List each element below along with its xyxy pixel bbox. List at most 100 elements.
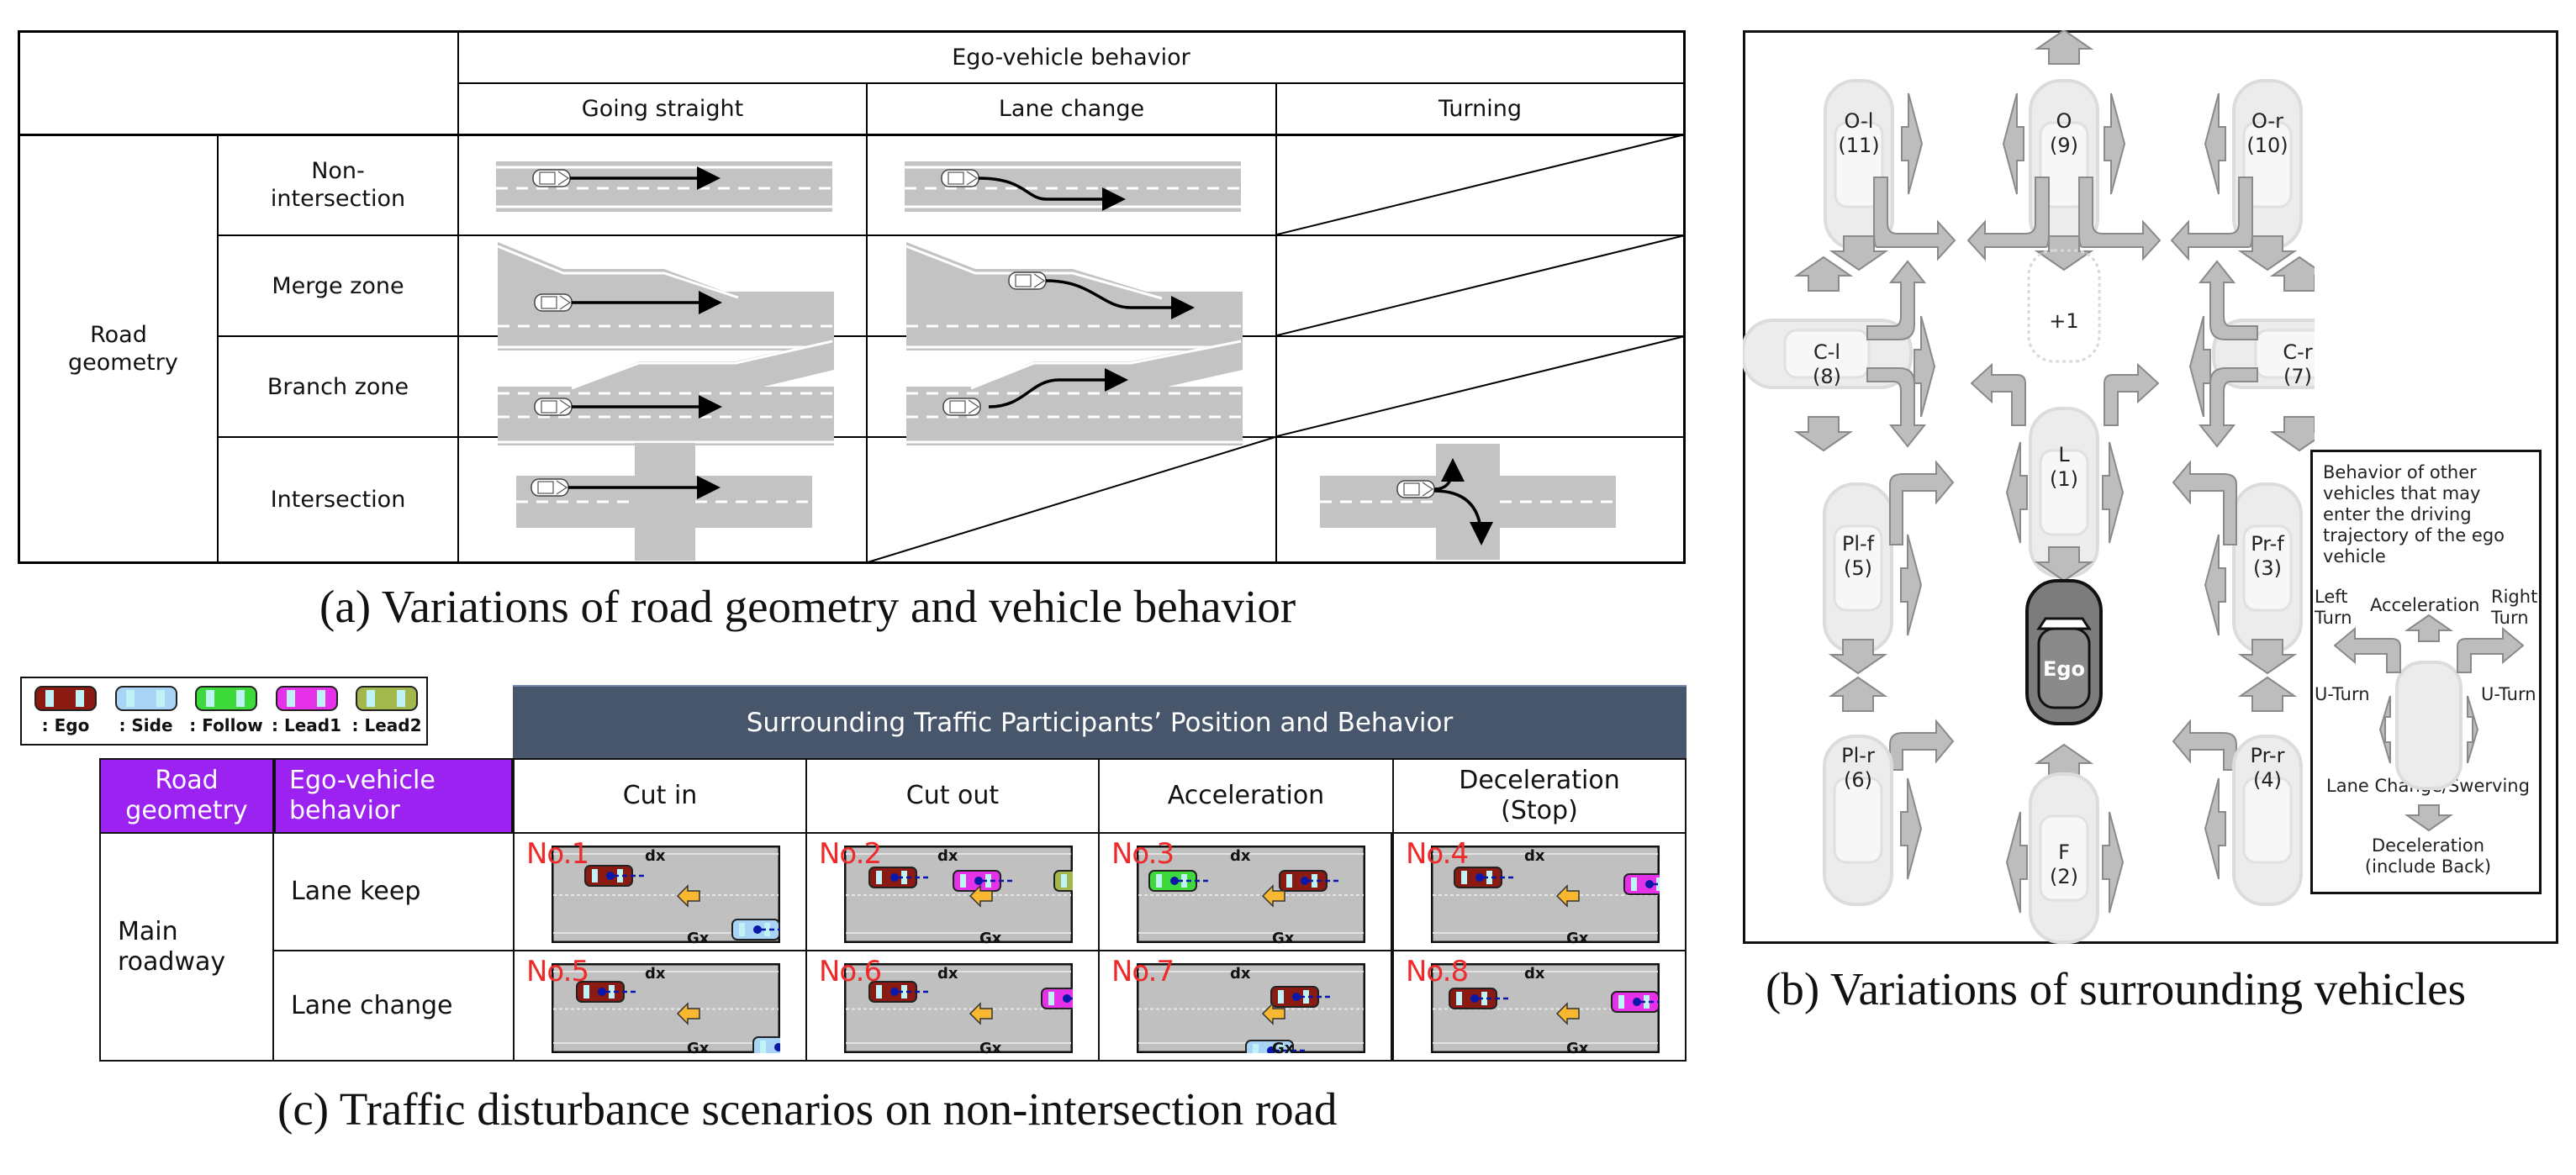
legend-acceleration-icon <box>2404 614 2454 642</box>
car-icon <box>356 686 418 711</box>
scenario-number: No.4 <box>1406 837 1469 871</box>
vehicle-label: F (2) <box>2050 840 2078 888</box>
scenario-number: No.6 <box>819 955 882 988</box>
caption-c: (c) Traffic disturbance scenarios on non… <box>277 1083 1338 1135</box>
turn-arrow-icon <box>2198 260 2258 340</box>
vehicle-legend-item: : Ego <box>29 683 103 742</box>
annotation-dx: dx <box>645 965 666 983</box>
arrow-up-icon <box>1796 256 1851 292</box>
turn-arrow-icon <box>1866 260 1927 340</box>
vehicle-ego <box>2025 579 2103 725</box>
u-turn-arrow-icon <box>2078 177 2162 261</box>
vehicle-label: O (9) <box>2050 109 2078 157</box>
vehicle-label: O-r (10) <box>2246 109 2288 157</box>
scenario-cell: No.6 Gx dx <box>805 950 1100 1062</box>
legend-lane-change-left-icon <box>2378 695 2391 764</box>
annotation-dx: dx <box>1524 965 1545 983</box>
scenario-cell: No.4 Gx dx <box>1392 832 1687 951</box>
arrow-right-icon <box>1900 777 1922 880</box>
road-diagrams <box>496 161 1616 561</box>
scenario-cell: No.1 Gx dx <box>513 832 807 951</box>
vehicle-label: C-r (7) <box>2283 340 2313 388</box>
col-road-geometry: Road geometry <box>99 758 274 834</box>
vehicle-label: C-l (8) <box>1813 340 1841 388</box>
vehicle-label: O-l (11) <box>1838 109 1880 157</box>
right-turn-arrow-icon <box>2104 362 2160 426</box>
scenario-vehicle <box>1053 870 1073 892</box>
legend-lane-change-right-icon <box>2467 695 2479 764</box>
vehicle-legend-label: : Lead1 <box>272 715 341 735</box>
annotation-dx: dx <box>1524 847 1545 865</box>
vehicle-legend-label: : Ego <box>41 715 90 735</box>
annotation-dx: dx <box>937 965 958 983</box>
vehicle-legend-item: : Follow <box>189 683 263 742</box>
main-roadway-label: Main roadway <box>118 916 226 977</box>
vehicle-legend-item: : Lead1 <box>270 683 344 742</box>
vehicle-label: Pl-r (6) <box>1841 744 1875 792</box>
col-road-geometry-label: Road geometry <box>125 766 248 825</box>
vehicle-label: Pr-f (3) <box>2251 532 2284 580</box>
diagram-merge-lane-change <box>905 242 1243 350</box>
behavior-legend: Behavior of other vehicles that may ente… <box>2310 450 2542 894</box>
vehicle-legend-label: : Lead2 <box>351 715 422 735</box>
scenario-vehicle <box>731 919 780 941</box>
vehicle-legend-label: : Follow <box>189 715 263 735</box>
col-deceleration: Deceleration (Stop) <box>1392 758 1687 834</box>
u-turn-arrow-icon <box>1966 177 2050 261</box>
diagram-merge-straight <box>497 242 834 350</box>
annotation-dx: dx <box>937 847 958 865</box>
annotation-gx: Gx <box>1272 930 1295 947</box>
scenario-vehicle <box>1623 873 1660 895</box>
car-icon <box>195 686 257 711</box>
car-icon <box>114 686 177 711</box>
vehicle-label: Pr-r (4) <box>2250 744 2285 792</box>
annotation-gx: Gx <box>979 1040 1002 1057</box>
legend-left-turn-icon <box>2333 626 2401 673</box>
scenario-vehicle <box>752 1036 780 1053</box>
col-ego-behavior: Ego-vehicle behavior <box>274 758 513 834</box>
scenario-number: No.3 <box>1111 837 1175 871</box>
arrow-up-icon <box>2240 677 2295 712</box>
scenario-vehicle <box>1611 991 1660 1013</box>
legend-arrows <box>2333 614 2525 832</box>
scenario-number: No.8 <box>1406 955 1469 988</box>
row-lane-keep: Lane keep <box>272 832 515 951</box>
legend-ghost-car <box>2395 661 2463 790</box>
diagram-branch-lane-change <box>906 340 1243 445</box>
row-group-main-roadway: Main roadway <box>99 832 274 1062</box>
scenario-number: No.1 <box>526 837 589 871</box>
vehicle-legend-label: : Side <box>119 715 173 735</box>
arrow-down-icon <box>2272 416 2315 451</box>
diagram-non-intersection-lane-change <box>905 161 1241 212</box>
col-ego-behavior-label: Ego-vehicle behavior <box>289 766 435 825</box>
col-cut-in: Cut in <box>513 758 807 834</box>
scenario-number: No.2 <box>819 837 882 871</box>
annotation-dx: dx <box>1230 847 1251 865</box>
annotation-gx: Gx <box>687 930 710 947</box>
caption-a: (a) Variations of road geometry and vehi… <box>319 581 1296 632</box>
annotation-gx: Gx <box>979 930 1002 947</box>
annotation-gx: Gx <box>1566 930 1589 947</box>
vehicle-legend-items: : Ego : Side : Follow : Lead1 : Lead2 <box>29 683 424 742</box>
arrow-left-icon <box>2189 315 2211 418</box>
row-lane-change: Lane change <box>272 950 515 1062</box>
scenario-cell: No.7 Gx dx <box>1098 950 1392 1062</box>
caption-b: (b) Variations of surrounding vehicles <box>1766 963 2466 1014</box>
annotation-gx: Gx <box>687 1040 710 1057</box>
arrow-down-icon <box>1796 416 1851 451</box>
vehicle-label: +1 <box>2049 309 2079 333</box>
arrow-left-icon <box>2204 777 2226 880</box>
scenario-cell: No.8 Gx dx <box>1392 950 1687 1062</box>
scenario-cell: No.2 Gx dx <box>805 832 1100 951</box>
car-icon <box>275 686 338 711</box>
u-turn-arrow-icon <box>2170 177 2253 261</box>
car-icon <box>34 686 97 711</box>
vehicle-label: Pl-f (5) <box>1841 532 1875 580</box>
vehicle-legend-item: : Lead2 <box>350 683 424 742</box>
annotation-gx: Gx <box>1272 1040 1295 1057</box>
arrow-right-icon <box>1914 315 1935 418</box>
col-acceleration: Acceleration <box>1098 758 1394 834</box>
diagram-non-intersection-straight <box>496 161 832 212</box>
diagram-intersection-straight <box>516 443 812 561</box>
annotation-dx: dx <box>645 847 666 865</box>
